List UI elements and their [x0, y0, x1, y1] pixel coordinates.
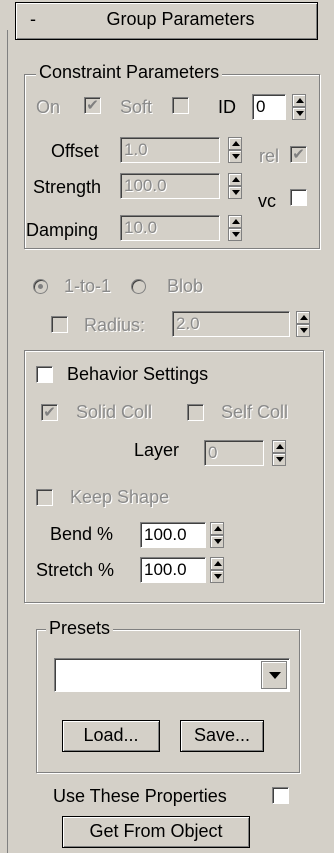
- soft-checkbox[interactable]: [172, 97, 189, 114]
- keep-shape-checkbox[interactable]: [36, 489, 53, 506]
- solid-coll-label: Solid Coll: [76, 402, 153, 422]
- spinner-down-icon[interactable]: [228, 186, 242, 199]
- rel-label: rel: [259, 146, 280, 166]
- damping-spinner[interactable]: [228, 215, 242, 241]
- spinner-up-icon[interactable]: [272, 440, 286, 453]
- keep-shape-label: Keep Shape: [70, 487, 170, 507]
- blob-radio[interactable]: [131, 279, 146, 294]
- on-label: On: [36, 97, 61, 117]
- behavior-settings-label: Behavior Settings: [67, 364, 209, 384]
- one-to-one-label: 1-to-1: [64, 276, 112, 296]
- constraint-parameters-label: Constraint Parameters: [36, 62, 223, 83]
- rollout-title: Group Parameters: [106, 9, 255, 29]
- spinner-down-icon[interactable]: [210, 570, 224, 583]
- spinner-down-icon[interactable]: [272, 453, 286, 466]
- soft-label: Soft: [120, 97, 153, 117]
- dropdown-arrow-icon[interactable]: [261, 661, 287, 689]
- use-properties-label: Use These Properties: [53, 786, 227, 806]
- spinner-up-icon[interactable]: [210, 522, 224, 535]
- vc-checkbox[interactable]: [290, 189, 307, 206]
- on-checkbox[interactable]: ✔: [84, 97, 101, 114]
- spinner-up-icon[interactable]: [228, 215, 242, 228]
- radius-spinner[interactable]: [296, 311, 310, 337]
- behavior-settings-checkbox[interactable]: [36, 366, 53, 383]
- bend-field[interactable]: 100.0: [140, 522, 206, 548]
- spinner-up-icon[interactable]: [292, 94, 306, 107]
- bend-label: Bend %: [50, 524, 114, 544]
- stretch-field[interactable]: 100.0: [140, 557, 206, 583]
- bend-spinner[interactable]: [210, 522, 224, 548]
- use-properties-checkbox[interactable]: [272, 787, 289, 804]
- spinner-down-icon[interactable]: [228, 150, 242, 163]
- rollout-header-button[interactable]: - Group Parameters: [15, 2, 318, 40]
- spinner-up-icon[interactable]: [210, 557, 224, 570]
- id-label: ID: [218, 97, 236, 117]
- offset-field[interactable]: 1.0: [120, 137, 220, 163]
- rollout-border: [7, 30, 8, 853]
- strength-label: Strength: [33, 177, 102, 197]
- offset-spinner[interactable]: [228, 137, 242, 163]
- id-field[interactable]: 0: [252, 94, 286, 120]
- presets-label: Presets: [46, 618, 114, 639]
- strength-field[interactable]: 100.0: [120, 173, 220, 199]
- damping-field[interactable]: 10.0: [120, 215, 220, 241]
- spinner-down-icon[interactable]: [296, 324, 310, 337]
- blob-label: Blob: [167, 276, 204, 296]
- spinner-down-icon[interactable]: [292, 107, 306, 120]
- radius-field[interactable]: 2.0: [172, 311, 290, 337]
- radius-label: Radius:: [84, 315, 146, 335]
- spinner-down-icon[interactable]: [228, 228, 242, 241]
- load-button[interactable]: Load...: [62, 720, 160, 752]
- layer-field[interactable]: 0: [204, 440, 264, 466]
- vc-label: vc: [258, 191, 276, 211]
- spinner-up-icon[interactable]: [296, 311, 310, 324]
- offset-label: Offset: [51, 141, 99, 161]
- layer-label: Layer: [134, 440, 180, 460]
- id-spinner[interactable]: [292, 94, 306, 120]
- stretch-label: Stretch %: [36, 560, 115, 580]
- self-coll-label: Self Coll: [221, 402, 289, 422]
- radius-checkbox[interactable]: [51, 316, 68, 333]
- layer-spinner[interactable]: [272, 440, 286, 466]
- spinner-up-icon[interactable]: [228, 137, 242, 150]
- save-button[interactable]: Save...: [180, 720, 264, 752]
- damping-label: Damping: [26, 220, 99, 240]
- presets-dropdown[interactable]: [54, 658, 290, 692]
- self-coll-checkbox[interactable]: [187, 404, 204, 421]
- one-to-one-radio[interactable]: [33, 279, 48, 294]
- solid-coll-checkbox[interactable]: ✔: [41, 404, 58, 421]
- spinner-down-icon[interactable]: [210, 535, 224, 548]
- strength-spinner[interactable]: [228, 173, 242, 199]
- spinner-up-icon[interactable]: [228, 173, 242, 186]
- rel-checkbox[interactable]: ✔: [290, 146, 307, 163]
- stretch-spinner[interactable]: [210, 557, 224, 583]
- get-from-object-button[interactable]: Get From Object: [62, 816, 250, 848]
